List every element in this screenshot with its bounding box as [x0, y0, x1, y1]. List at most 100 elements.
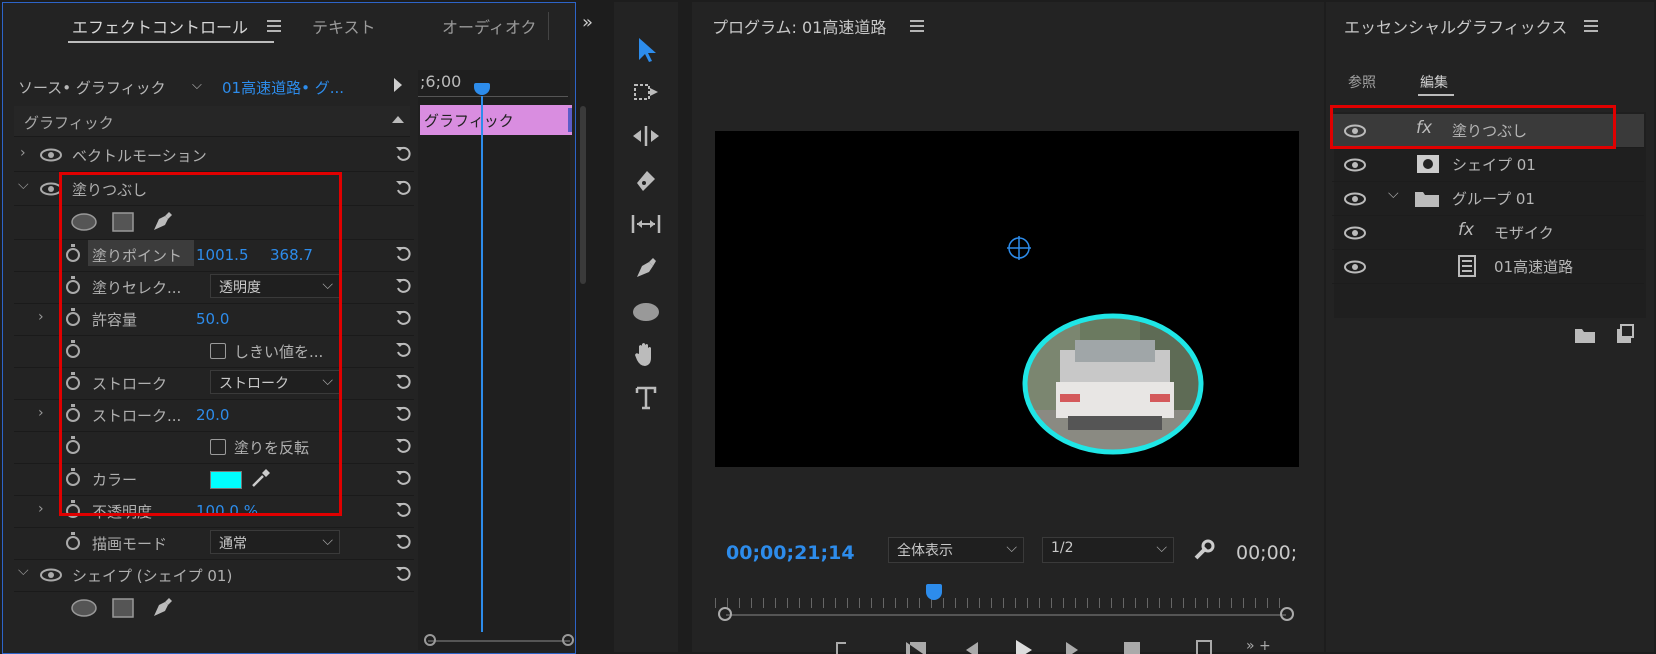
- timeline-vscrollbar[interactable]: [580, 106, 586, 284]
- essential-graphics-panel: [1326, 2, 1654, 652]
- more-controls-icon[interactable]: » +: [1246, 638, 1271, 654]
- panel-menu-icon[interactable]: [267, 20, 281, 32]
- end-timecode: 00;00;: [1236, 542, 1298, 564]
- mini-timeline: [418, 70, 570, 650]
- razor-tool-icon[interactable]: [628, 162, 664, 198]
- tab-browse[interactable]: 参照: [1348, 72, 1376, 92]
- eye-icon[interactable]: [1344, 260, 1366, 274]
- collapse-up-icon[interactable]: [392, 116, 404, 123]
- highlight-box: [59, 172, 342, 516]
- vector-motion-row[interactable]: › ベクトルモーション: [14, 138, 414, 172]
- type-tool-icon[interactable]: [628, 380, 664, 416]
- layer-row-shape[interactable]: シェイプ 01: [1332, 148, 1644, 182]
- shape-row[interactable]: ⌵ シェイプ (シェイプ 01): [14, 558, 414, 592]
- reset-icon[interactable]: [394, 308, 414, 328]
- go-to-in-icon[interactable]: [906, 642, 926, 654]
- monitor-playhead-icon[interactable]: [926, 584, 942, 600]
- eye-icon[interactable]: [40, 568, 62, 582]
- timeline-ruler: [418, 96, 568, 97]
- pen-mask-icon[interactable]: [150, 596, 174, 620]
- timeline-clip-end-handle[interactable]: [568, 108, 572, 132]
- collapse-chevron-icon[interactable]: ⌵: [1388, 186, 1399, 202]
- reset-icon[interactable]: [394, 564, 414, 584]
- monitor-zoom-bar[interactable]: [726, 614, 1286, 616]
- timeline-zoom-bar[interactable]: [428, 640, 570, 642]
- hand-tool-icon[interactable]: [628, 336, 664, 372]
- monitor-zoom-right-handle[interactable]: [1280, 607, 1294, 621]
- export-frame-icon[interactable]: [1196, 640, 1212, 654]
- reset-icon[interactable]: [394, 178, 414, 198]
- collapse-chevron-icon[interactable]: ⌵: [18, 563, 29, 579]
- panel-menu-icon[interactable]: [910, 20, 924, 32]
- tab-edit-underline: [1418, 94, 1454, 96]
- collapse-chevron-icon[interactable]: ⌵: [18, 177, 29, 193]
- mark-in-icon[interactable]: [836, 642, 846, 654]
- current-timecode[interactable]: 00;00;21;14: [726, 542, 855, 564]
- ellipse-tool-icon[interactable]: [628, 294, 664, 330]
- blend-mode-row: 描画モード 通常 ⌵: [14, 526, 414, 560]
- reset-icon[interactable]: [394, 468, 414, 488]
- monitor-zoom-left-handle[interactable]: [718, 607, 732, 621]
- zoom-handle-left[interactable]: [424, 634, 436, 646]
- tab-audio[interactable]: オーディオク: [442, 14, 537, 38]
- toggle-timeline-arrow-icon[interactable]: [394, 78, 402, 92]
- tab-effect-controls[interactable]: エフェクトコントロール: [72, 14, 248, 38]
- reset-icon[interactable]: [394, 372, 414, 392]
- source-label: ソース• グラフィック: [18, 79, 166, 97]
- overflow-chevron-icon[interactable]: »: [582, 12, 593, 33]
- track-select-tool-icon[interactable]: [628, 74, 664, 110]
- source-dropdown-chevron-icon[interactable]: ⌵: [192, 78, 202, 93]
- stopwatch-icon[interactable]: [66, 532, 80, 550]
- reset-icon[interactable]: [394, 276, 414, 296]
- new-group-folder-icon[interactable]: [1574, 326, 1596, 344]
- blend-mode-dropdown[interactable]: 通常 ⌵: [210, 530, 340, 554]
- expand-chevron-icon[interactable]: ›: [38, 309, 44, 325]
- shape-layer-icon: [1416, 154, 1440, 174]
- expand-chevron-icon[interactable]: ›: [38, 501, 44, 517]
- reset-icon[interactable]: [394, 244, 414, 264]
- tab-edit[interactable]: 編集: [1420, 72, 1448, 92]
- settings-wrench-icon[interactable]: [1192, 538, 1216, 562]
- step-forward-icon[interactable]: [1066, 642, 1078, 654]
- go-to-out-icon[interactable]: [1124, 642, 1140, 654]
- clip-label[interactable]: 01高速道路• グ...: [222, 77, 344, 98]
- reset-icon[interactable]: [394, 500, 414, 520]
- program-monitor-title: プログラム: 01高速道路: [712, 18, 887, 37]
- ellipse-mask-icon[interactable]: [70, 598, 98, 618]
- zoom-handle-right[interactable]: [562, 634, 574, 646]
- play-icon[interactable]: [1016, 640, 1032, 654]
- video-frame[interactable]: [715, 131, 1299, 467]
- layer-row-group[interactable]: ⌵ グループ 01: [1332, 182, 1644, 216]
- step-back-icon[interactable]: [966, 642, 978, 654]
- essential-graphics-title: エッセンシャルグラフィックス: [1344, 18, 1568, 37]
- resolution-value: 1/2: [1051, 540, 1074, 556]
- pen-tool-icon[interactable]: [628, 250, 664, 286]
- tab-text[interactable]: テキスト: [312, 14, 376, 38]
- eye-icon[interactable]: [1344, 226, 1366, 240]
- reset-icon[interactable]: [394, 532, 414, 552]
- eye-icon[interactable]: [40, 148, 62, 162]
- selection-tool-icon[interactable]: [628, 32, 664, 68]
- panel-menu-icon[interactable]: [1584, 20, 1598, 32]
- expand-chevron-icon[interactable]: ›: [38, 405, 44, 421]
- ripple-edit-tool-icon[interactable]: [628, 118, 664, 154]
- eye-icon[interactable]: [1344, 158, 1366, 172]
- expand-chevron-icon[interactable]: ›: [20, 145, 26, 161]
- reset-icon[interactable]: [394, 340, 414, 360]
- reset-icon[interactable]: [394, 404, 414, 424]
- layer-row-clip[interactable]: 01高速道路: [1332, 250, 1644, 284]
- layer-row-mosaic[interactable]: fx モザイク: [1332, 216, 1644, 250]
- eye-icon[interactable]: [1344, 192, 1366, 206]
- reset-icon[interactable]: [394, 144, 414, 164]
- fill-point-crosshair-icon[interactable]: [1006, 235, 1032, 261]
- slip-tool-icon[interactable]: [628, 206, 664, 242]
- section-title: グラフィック: [24, 114, 114, 132]
- resolution-dropdown[interactable]: 1/2 ⌵: [1042, 537, 1174, 563]
- rectangle-mask-icon[interactable]: [112, 598, 134, 618]
- zoom-dropdown[interactable]: 全体表示 ⌵: [888, 537, 1024, 563]
- reset-icon[interactable]: [394, 436, 414, 456]
- new-layer-icon[interactable]: [1614, 324, 1634, 344]
- chevron-down-icon: ⌵: [322, 533, 333, 549]
- chevron-down-icon: ⌵: [1006, 540, 1017, 556]
- blend-mode-value: 通常: [219, 536, 247, 552]
